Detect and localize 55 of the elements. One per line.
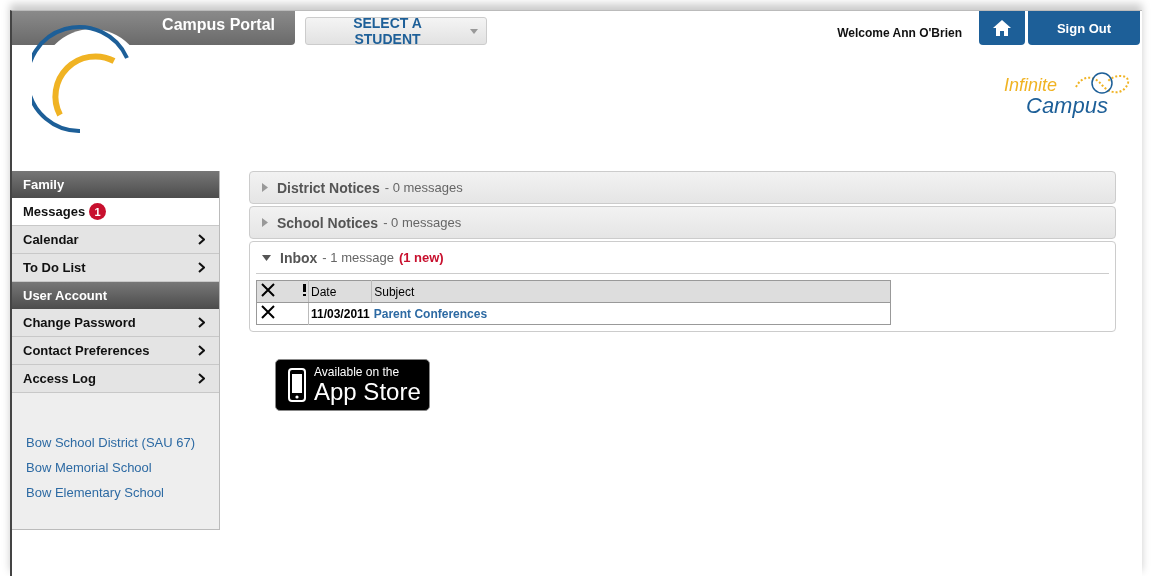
- chevron-right-icon: [198, 373, 205, 384]
- sidebar-item[interactable]: Access Log: [12, 365, 219, 393]
- delete-icon[interactable]: [261, 305, 275, 319]
- triangle-down-icon: [262, 254, 271, 261]
- panel-header[interactable]: District Notices - 0 messages: [250, 172, 1115, 203]
- message-count: - 0 messages: [384, 180, 463, 195]
- school-link[interactable]: Bow Memorial School: [26, 460, 152, 475]
- app-store-caption: Available on the: [314, 365, 401, 379]
- panel-title: Inbox: [280, 249, 318, 266]
- sidebar-section-header: Family: [12, 171, 219, 198]
- sidebar-item-label: Access Log: [23, 371, 96, 386]
- school-link[interactable]: Bow Elementary School: [26, 485, 164, 500]
- sidebar-item-label: Calendar: [23, 232, 79, 247]
- caret-icon: [470, 28, 478, 34]
- sidebar-item-label: To Do List: [23, 260, 86, 275]
- sidebar-item[interactable]: To Do List: [12, 254, 219, 282]
- new-count: (1 new): [398, 250, 444, 265]
- phone-icon: [288, 368, 306, 402]
- chevron-right-icon: [198, 234, 205, 245]
- sidebar-item[interactable]: Messages 1: [12, 198, 219, 226]
- sidebar-item-label: Change Password: [23, 315, 136, 330]
- sidebar-section-header: User Account: [12, 282, 219, 309]
- app-store-badge[interactable]: Available on the App Store: [275, 359, 430, 411]
- welcome-text: Welcome Ann O'Brien: [837, 26, 962, 40]
- exclamation-icon: [303, 284, 306, 296]
- sidebar-item[interactable]: Change Password: [12, 309, 219, 337]
- portal-title: Campus Portal: [162, 16, 275, 34]
- app-store-title: App Store: [314, 379, 421, 405]
- panel-title: School Notices: [277, 214, 379, 231]
- subject-link[interactable]: Parent Conferences: [373, 306, 488, 321]
- panel-header[interactable]: School Notices - 0 messages: [250, 207, 1115, 238]
- message-count: - 0 messages: [383, 215, 462, 230]
- sidebar-item[interactable]: Calendar: [12, 226, 219, 254]
- sign-out-button[interactable]: Sign Out: [1028, 11, 1140, 45]
- chevron-right-icon: [198, 317, 205, 328]
- triangle-right-icon: [262, 218, 268, 227]
- sidebar-item-label: Messages: [23, 204, 86, 219]
- count-badge: 1: [89, 203, 107, 220]
- date-cell: 11/03/2011: [308, 302, 372, 325]
- column-header: Date: [308, 280, 372, 303]
- column-header: Subject: [371, 280, 891, 303]
- message-count: - 1 message: [322, 250, 394, 265]
- home-button[interactable]: [979, 11, 1025, 45]
- infinite-campus-logo: Infinite Campus: [1004, 71, 1134, 121]
- delete-icon: [261, 283, 275, 297]
- triangle-right-icon: [262, 183, 268, 192]
- home-icon: [993, 20, 1011, 36]
- chevron-right-icon: [198, 345, 205, 356]
- chevron-right-icon: [198, 262, 205, 273]
- panel-title: District Notices: [277, 179, 380, 196]
- panel-header[interactable]: Inbox - 1 message (1 new): [250, 242, 1115, 273]
- student-select-dropdown[interactable]: SELECT A STUDENT: [305, 17, 487, 45]
- sidebar-item[interactable]: Contact Preferences: [12, 337, 219, 365]
- school-link[interactable]: Bow School District (SAU 67): [26, 435, 196, 450]
- sidebar-item-label: Contact Preferences: [23, 343, 150, 358]
